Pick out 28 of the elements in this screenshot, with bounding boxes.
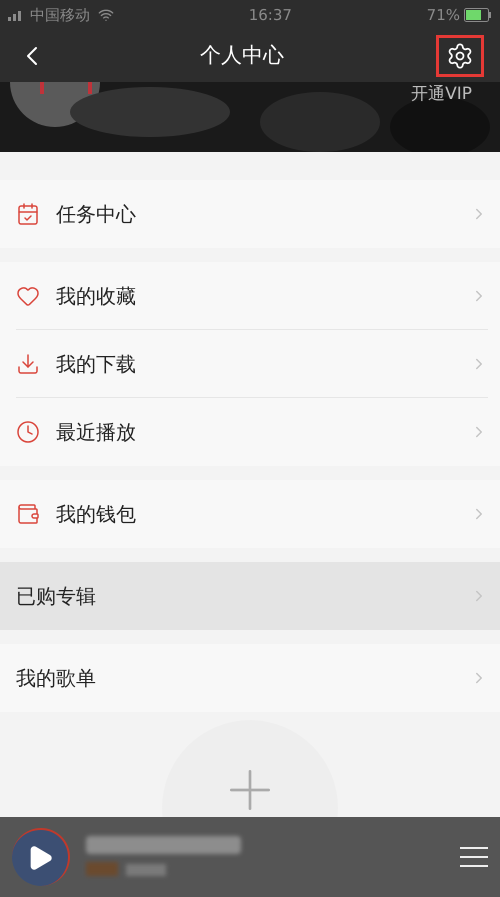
menu-item[interactable]: 最近播放 [0,398,500,466]
wallet-icon [16,502,40,526]
menu-label: 我的下载 [56,350,136,378]
menu-item[interactable]: 任务中心 [0,180,500,248]
menu-label: 我的钱包 [56,501,136,528]
menu-icon[interactable] [460,845,488,869]
settings-button[interactable] [436,35,484,77]
menu-item[interactable]: 我的收藏 [0,262,500,330]
settings-icon [446,42,474,70]
menu-label: 我的歌单 [16,665,96,692]
battery-icon [464,8,492,22]
menu-label: 任务中心 [56,201,136,228]
wifi-icon [98,7,114,23]
download-icon [16,352,40,376]
menu-item[interactable]: 我的下载 [0,330,500,398]
page-title: 个人中心 [200,42,284,70]
menu-item[interactable]: 我的钱包 [0,480,500,548]
menu-item[interactable]: 我的歌单 [0,644,500,712]
battery-text: 71% [426,4,460,26]
menu-label: 最近播放 [56,419,136,446]
menu-label: 已购专辑 [16,583,96,610]
menu-item[interactable]: 已购专辑 [0,562,500,630]
clock-icon [16,420,40,444]
menu-label: 我的收藏 [56,282,136,310]
carrier-text: 中国移动 [30,4,90,26]
vip-link[interactable]: 开通VIP [411,82,472,108]
calendar-icon [16,202,40,226]
clock-text: 16:37 [248,4,292,26]
